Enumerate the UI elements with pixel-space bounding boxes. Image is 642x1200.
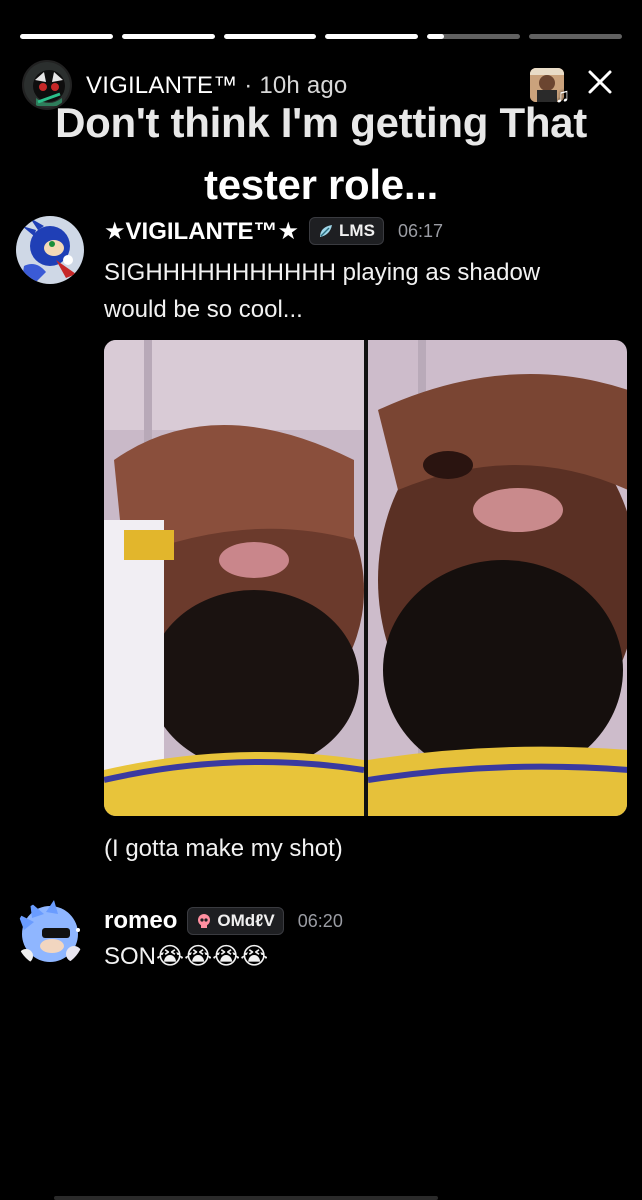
home-indicator (54, 1196, 438, 1200)
story-caption: Don't think I'm getting That tester role… (0, 92, 642, 216)
progress-segment (325, 34, 419, 39)
guild-tag-label: OMdℓV (217, 911, 275, 930)
loudly-crying-emoji: 😭 (156, 943, 185, 970)
progress-fill (325, 34, 419, 39)
message-body: romeo OMdℓV 06:20 SON😭😭😭😭 (104, 900, 626, 975)
loudly-crying-emoji: 😭 (184, 943, 213, 970)
user-avatar[interactable] (16, 900, 84, 968)
progress-segment (223, 34, 317, 39)
message-timestamp: 06:20 (297, 910, 343, 931)
guild-tag[interactable]: LMS (309, 217, 384, 245)
message-meta: ★VIGILANTE™★ LMS 06:17 (104, 216, 626, 246)
loudly-crying-emoji: 😭 (240, 943, 269, 970)
progress-segment (427, 34, 521, 39)
progress-segment (529, 34, 622, 39)
skull-icon (198, 914, 211, 928)
message-text-after-image: (I gotta make my shot) (104, 835, 343, 862)
message: ★VIGILANTE™★ LMS 06:17 SIGHHHHHHHHHHH pl… (16, 216, 626, 336)
image-panel-left (104, 340, 364, 816)
progress-fill (121, 34, 215, 39)
progress-segment (20, 34, 113, 39)
message-text-line-2: would be so cool... (104, 296, 303, 323)
message-text: SON😭😭😭😭 (104, 938, 626, 975)
message-meta: romeo OMdℓV 06:20 (104, 906, 626, 936)
message-username[interactable]: romeo (104, 907, 177, 935)
story-progress (20, 34, 622, 40)
user-avatar[interactable] (16, 216, 84, 284)
caption-line-2: tester role... (204, 161, 438, 208)
caption-line-1: Don't think I'm getting That (55, 99, 587, 146)
message: romeo OMdℓV 06:20 SON😭😭😭😭 (16, 900, 626, 980)
image-panel-right (367, 340, 627, 816)
progress-fill (223, 34, 317, 39)
guild-tag-label: LMS (339, 221, 375, 240)
leaf-icon (320, 225, 333, 237)
loudly-crying-emoji: 😭 (212, 943, 241, 970)
message-body: ★VIGILANTE™★ LMS 06:17 SIGHHHHHHHHHHH pl… (104, 216, 626, 328)
message-username[interactable]: ★VIGILANTE™★ (104, 217, 299, 246)
message-text-word: SON (104, 943, 157, 970)
message-text-line-1: SIGHHHHHHHHHHH playing as shadow (104, 259, 541, 286)
message-image[interactable] (104, 340, 627, 816)
progress-fill (427, 34, 445, 39)
message-timestamp: 06:17 (397, 220, 443, 241)
progress-segment (121, 34, 215, 39)
guild-tag[interactable]: OMdℓV (187, 907, 284, 935)
progress-fill (20, 34, 113, 39)
